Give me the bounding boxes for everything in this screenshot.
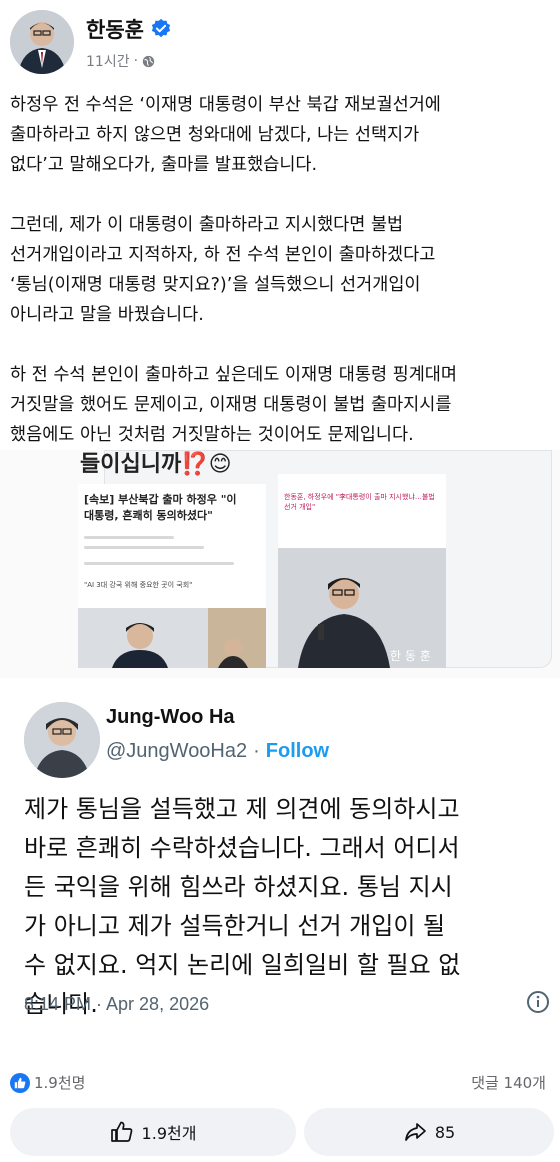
tweet-line: 가 아니고 제가 설득한거니 선거 개입이 될 bbox=[24, 912, 446, 940]
text-line: 출마하라고 하지 않으면 청와대에 남겠다, 나는 선택지가 bbox=[10, 125, 420, 145]
tweet-body: 제가 통님을 설득했고 제 의견에 동의하시고 바로 흔쾌히 수락하셨습니다. … bbox=[24, 790, 544, 1024]
like-reaction-icon bbox=[10, 1072, 30, 1093]
text-placeholder bbox=[84, 546, 204, 549]
photo-caption: 한 동 훈 bbox=[390, 649, 431, 663]
handle-separator: · bbox=[253, 740, 260, 762]
news-headline: [속보] 부산북갑 출마 하정우 "이 대통령, 흔쾌히 동의하셨다" bbox=[84, 492, 260, 524]
text-line: ‘통님(이재명 대통령 맞지요?)’을 설득했으니 선거개입이 bbox=[10, 275, 421, 295]
tweet-line: 든 국익을 위해 힘쓰라 하셨지요. 통님 지시 bbox=[24, 873, 453, 901]
tweet-handle: @JungWooHa2 bbox=[106, 740, 248, 762]
reaction-count: 1.9천명 bbox=[34, 1074, 86, 1092]
tweet-timestamp: 8:14 PM · Apr 28, 2026 bbox=[24, 994, 210, 1014]
info-icon bbox=[527, 991, 549, 1013]
text-line: 하정우 전 수석은 ‘이재명 대통령이 부산 북갑 재보궐선거에 bbox=[10, 95, 441, 115]
globe-icon bbox=[142, 55, 155, 67]
like-button[interactable]: 1.9천개 bbox=[10, 1108, 296, 1156]
paragraph-3: 하 전 수석 본인이 출마하고 싶은데도 이재명 대통령 핑계대며 거짓말을 했… bbox=[10, 360, 550, 450]
meta-separator: · bbox=[133, 53, 139, 69]
speaker-photo: 한 동 훈 bbox=[278, 548, 446, 668]
author-avatar[interactable] bbox=[10, 10, 74, 74]
share-icon bbox=[404, 1123, 426, 1141]
share-count: 85 bbox=[434, 1122, 456, 1142]
text-line: 선거개입이라고 지적하자, 하 전 수석 본인이 출마하겠다고 bbox=[10, 245, 436, 265]
text-line: 그런데, 제가 이 대통령이 출마하라고 지시했다면 불법 bbox=[10, 215, 404, 235]
comment-count[interactable]: 댓글 140개 bbox=[471, 1072, 546, 1093]
paragraph-2: 그런데, 제가 이 대통령이 출마하라고 지시했다면 불법 선거개입이라고 지적… bbox=[10, 210, 550, 330]
tweet-line: 수 없지요. 억지 논리에 일희일비 할 필요 없 bbox=[24, 951, 461, 979]
post-meta: 11시간 · bbox=[86, 51, 155, 71]
verified-badge-icon bbox=[151, 18, 171, 38]
news-photo bbox=[78, 608, 266, 668]
text-placeholder bbox=[84, 536, 174, 539]
thumbs-up-icon bbox=[110, 1121, 132, 1142]
tweet-avatar bbox=[24, 702, 100, 778]
post-time[interactable]: 11시간 bbox=[86, 51, 130, 71]
tweet-line: 제가 통님을 설득했고 제 의견에 동의하시고 bbox=[24, 795, 460, 823]
text-line: 하 전 수석 본인이 출마하고 싶은데도 이재명 대통령 핑계대며 bbox=[10, 365, 458, 385]
news-headline-rest: 대통령, 흔쾌히 동의하셨다" bbox=[84, 509, 213, 522]
text-line: 아니라고 말을 바꿨습니다. bbox=[10, 305, 204, 325]
embedded-screenshot: 들이십니까⁉️😊 [속보] 부산북갑 출마 하정우 "이 대통령, 흔쾌히 동의… bbox=[0, 450, 560, 678]
text-line: 없다’고 말해오다가, 출마를 발표했습니다. bbox=[10, 155, 318, 175]
news-right-title: 한동훈, 하정우에 "李대통령이 출마 지시했냐…불법 선거 개입" bbox=[284, 493, 435, 511]
embedded-caption: 들이십니까⁉️😊 bbox=[80, 452, 232, 477]
tweet-author-name: Jung-Woo Ha bbox=[106, 706, 235, 728]
reaction-summary[interactable]: 1.9천명 bbox=[10, 1072, 85, 1093]
text-line: 했음에도 아닌 것처럼 거짓말하는 것이어도 문제입니다. bbox=[10, 425, 414, 445]
author-name[interactable]: 한동훈 bbox=[86, 14, 144, 44]
news-subtitle: "AI 3대 강국 위해 중요한 곳이 국회" bbox=[84, 581, 193, 589]
text-line: 거짓말을 했어도 문제이고, 이재명 대통령이 불법 출마지시를 bbox=[10, 395, 452, 415]
tweet-line: 바로 흔쾌히 수락하셨습니다. 그래서 어디서 bbox=[24, 834, 460, 862]
text-placeholder bbox=[84, 562, 234, 565]
post-text: 하정우 전 수석은 ‘이재명 대통령이 부산 북갑 재보궐선거에 출마하라고 하… bbox=[10, 90, 550, 480]
tweet-handle-row: @JungWooHa2 · Follow bbox=[106, 740, 329, 763]
post-image[interactable]: 들이십니까⁉️😊 [속보] 부산북갑 출마 하정우 "이 대통령, 흔쾌히 동의… bbox=[0, 450, 560, 1032]
news-headline-prefix: [속보] 부산북갑 출마 하정우 "이 bbox=[84, 493, 237, 506]
like-count: 1.9천개 bbox=[141, 1124, 197, 1143]
paragraph-1: 하정우 전 수석은 ‘이재명 대통령이 부산 북갑 재보궐선거에 출마하라고 하… bbox=[10, 90, 550, 180]
share-button[interactable]: 85 bbox=[304, 1108, 554, 1156]
follow-link: Follow bbox=[265, 740, 330, 762]
